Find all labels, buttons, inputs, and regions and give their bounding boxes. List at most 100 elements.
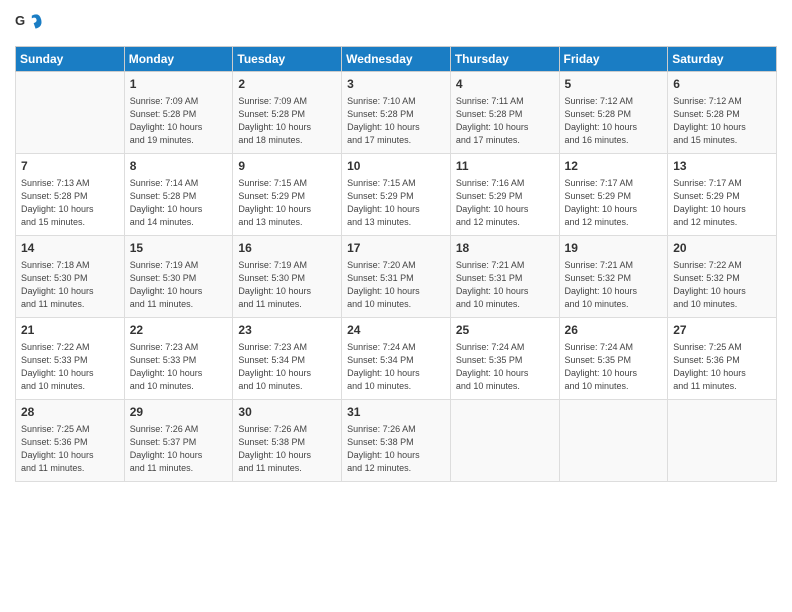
day-number: 21 bbox=[21, 322, 119, 339]
day-info: Sunrise: 7:09 AMSunset: 5:28 PMDaylight:… bbox=[238, 95, 336, 147]
day-number: 17 bbox=[347, 240, 445, 257]
calendar-cell: 26 Sunrise: 7:24 AMSunset: 5:35 PMDayligh… bbox=[559, 318, 668, 400]
weekday-header-monday: Monday bbox=[124, 47, 233, 72]
day-number: 19 bbox=[565, 240, 663, 257]
day-number: 1 bbox=[130, 76, 228, 93]
day-number: 16 bbox=[238, 240, 336, 257]
day-number: 12 bbox=[565, 158, 663, 175]
day-number: 14 bbox=[21, 240, 119, 257]
day-info: Sunrise: 7:09 AMSunset: 5:28 PMDaylight:… bbox=[130, 95, 228, 147]
calendar-cell: 27 Sunrise: 7:25 AMSunset: 5:36 PMDayligh… bbox=[668, 318, 777, 400]
calendar-week-row: 14 Sunrise: 7:18 AMSunset: 5:30 PMDayligh… bbox=[16, 236, 777, 318]
calendar-header: SundayMondayTuesdayWednesdayThursdayFrid… bbox=[16, 47, 777, 72]
day-info: Sunrise: 7:19 AMSunset: 5:30 PMDaylight:… bbox=[130, 259, 228, 311]
day-info: Sunrise: 7:17 AMSunset: 5:29 PMDaylight:… bbox=[565, 177, 663, 229]
day-number: 6 bbox=[673, 76, 771, 93]
calendar-cell: 8Sunrise: 7:14 AMSunset: 5:28 PMDaylight… bbox=[124, 154, 233, 236]
day-number: 10 bbox=[347, 158, 445, 175]
day-info: Sunrise: 7:22 AMSunset: 5:33 PMDaylight:… bbox=[21, 341, 119, 393]
day-info: Sunrise: 7:26 AMSunset: 5:37 PMDaylight:… bbox=[130, 423, 228, 475]
day-number: 13 bbox=[673, 158, 771, 175]
day-number: 28 bbox=[21, 404, 119, 421]
calendar-cell: 23 Sunrise: 7:23 AMSunset: 5:34 PMDayligh… bbox=[233, 318, 342, 400]
day-number: 23 bbox=[238, 322, 336, 339]
day-number: 31 bbox=[347, 404, 445, 421]
day-number: 7 bbox=[21, 158, 119, 175]
day-info: Sunrise: 7:18 AMSunset: 5:30 PMDaylight:… bbox=[21, 259, 119, 311]
day-info: Sunrise: 7:20 AMSunset: 5:31 PMDaylight:… bbox=[347, 259, 445, 311]
calendar-cell bbox=[559, 400, 668, 482]
calendar-cell bbox=[668, 400, 777, 482]
day-number: 27 bbox=[673, 322, 771, 339]
day-info: Sunrise: 7:15 AMSunset: 5:29 PMDaylight:… bbox=[238, 177, 336, 229]
calendar-cell: 14 Sunrise: 7:18 AMSunset: 5:30 PMDayligh… bbox=[16, 236, 125, 318]
calendar-cell: 18 Sunrise: 7:21 AMSunset: 5:31 PMDayligh… bbox=[450, 236, 559, 318]
day-number: 8 bbox=[130, 158, 228, 175]
calendar-week-row: 1 Sunrise: 7:09 AMSunset: 5:28 PMDaylight… bbox=[16, 72, 777, 154]
day-number: 26 bbox=[565, 322, 663, 339]
day-info: Sunrise: 7:22 AMSunset: 5:32 PMDaylight:… bbox=[673, 259, 771, 311]
calendar-cell: 19 Sunrise: 7:21 AMSunset: 5:32 PMDayligh… bbox=[559, 236, 668, 318]
day-number: 9 bbox=[238, 158, 336, 175]
calendar-cell: 4 Sunrise: 7:11 AMSunset: 5:28 PMDaylight… bbox=[450, 72, 559, 154]
calendar-week-row: 28Sunrise: 7:25 AMSunset: 5:36 PMDayligh… bbox=[16, 400, 777, 482]
day-number: 5 bbox=[565, 76, 663, 93]
logo-icon: G bbox=[15, 10, 43, 38]
calendar-cell: 2 Sunrise: 7:09 AMSunset: 5:28 PMDaylight… bbox=[233, 72, 342, 154]
day-number: 2 bbox=[238, 76, 336, 93]
day-number: 20 bbox=[673, 240, 771, 257]
calendar-cell: 17 Sunrise: 7:20 AMSunset: 5:31 PMDayligh… bbox=[342, 236, 451, 318]
day-info: Sunrise: 7:17 AMSunset: 5:29 PMDaylight:… bbox=[673, 177, 771, 229]
calendar-body: 1 Sunrise: 7:09 AMSunset: 5:28 PMDaylight… bbox=[16, 72, 777, 482]
day-info: Sunrise: 7:23 AMSunset: 5:33 PMDaylight:… bbox=[130, 341, 228, 393]
calendar-cell bbox=[16, 72, 125, 154]
calendar-cell: 16 Sunrise: 7:19 AMSunset: 5:30 PMDayligh… bbox=[233, 236, 342, 318]
calendar-cell: 31 Sunrise: 7:26 AMSunset: 5:38 PMDayligh… bbox=[342, 400, 451, 482]
day-number: 15 bbox=[130, 240, 228, 257]
day-info: Sunrise: 7:13 AMSunset: 5:28 PMDaylight:… bbox=[21, 177, 119, 229]
day-info: Sunrise: 7:12 AMSunset: 5:28 PMDaylight:… bbox=[565, 95, 663, 147]
logo: G bbox=[15, 10, 45, 38]
calendar-cell bbox=[450, 400, 559, 482]
day-info: Sunrise: 7:26 AMSunset: 5:38 PMDaylight:… bbox=[347, 423, 445, 475]
day-info: Sunrise: 7:16 AMSunset: 5:29 PMDaylight:… bbox=[456, 177, 554, 229]
weekday-header-friday: Friday bbox=[559, 47, 668, 72]
calendar-cell: 21 Sunrise: 7:22 AMSunset: 5:33 PMDayligh… bbox=[16, 318, 125, 400]
day-number: 22 bbox=[130, 322, 228, 339]
calendar-table: SundayMondayTuesdayWednesdayThursdayFrid… bbox=[15, 46, 777, 482]
calendar-cell: 10Sunrise: 7:15 AMSunset: 5:29 PMDayligh… bbox=[342, 154, 451, 236]
calendar-week-row: 21 Sunrise: 7:22 AMSunset: 5:33 PMDayligh… bbox=[16, 318, 777, 400]
day-info: Sunrise: 7:23 AMSunset: 5:34 PMDaylight:… bbox=[238, 341, 336, 393]
day-info: Sunrise: 7:24 AMSunset: 5:35 PMDaylight:… bbox=[456, 341, 554, 393]
calendar-cell: 7 Sunrise: 7:13 AMSunset: 5:28 PMDaylight… bbox=[16, 154, 125, 236]
calendar-cell: 11Sunrise: 7:16 AMSunset: 5:29 PMDayligh… bbox=[450, 154, 559, 236]
day-number: 30 bbox=[238, 404, 336, 421]
day-info: Sunrise: 7:19 AMSunset: 5:30 PMDaylight:… bbox=[238, 259, 336, 311]
day-info: Sunrise: 7:11 AMSunset: 5:28 PMDaylight:… bbox=[456, 95, 554, 147]
page: G SundayMondayTuesdayWednesdayThursdayFr… bbox=[0, 0, 792, 612]
day-info: Sunrise: 7:21 AMSunset: 5:31 PMDaylight:… bbox=[456, 259, 554, 311]
day-number: 3 bbox=[347, 76, 445, 93]
day-info: Sunrise: 7:24 AMSunset: 5:35 PMDaylight:… bbox=[565, 341, 663, 393]
calendar-cell: 1 Sunrise: 7:09 AMSunset: 5:28 PMDaylight… bbox=[124, 72, 233, 154]
calendar-cell: 3Sunrise: 7:10 AMSunset: 5:28 PMDaylight… bbox=[342, 72, 451, 154]
weekday-header-wednesday: Wednesday bbox=[342, 47, 451, 72]
day-info: Sunrise: 7:12 AMSunset: 5:28 PMDaylight:… bbox=[673, 95, 771, 147]
svg-text:G: G bbox=[15, 13, 25, 28]
header: G bbox=[15, 10, 777, 38]
calendar-cell: 25Sunrise: 7:24 AMSunset: 5:35 PMDayligh… bbox=[450, 318, 559, 400]
day-info: Sunrise: 7:21 AMSunset: 5:32 PMDaylight:… bbox=[565, 259, 663, 311]
calendar-cell: 15 Sunrise: 7:19 AMSunset: 5:30 PMDayligh… bbox=[124, 236, 233, 318]
calendar-cell: 20 Sunrise: 7:22 AMSunset: 5:32 PMDayligh… bbox=[668, 236, 777, 318]
day-number: 18 bbox=[456, 240, 554, 257]
day-info: Sunrise: 7:24 AMSunset: 5:34 PMDaylight:… bbox=[347, 341, 445, 393]
day-info: Sunrise: 7:25 AMSunset: 5:36 PMDaylight:… bbox=[673, 341, 771, 393]
calendar-cell: 5 Sunrise: 7:12 AMSunset: 5:28 PMDaylight… bbox=[559, 72, 668, 154]
calendar-cell: 28Sunrise: 7:25 AMSunset: 5:36 PMDayligh… bbox=[16, 400, 125, 482]
calendar-week-row: 7 Sunrise: 7:13 AMSunset: 5:28 PMDaylight… bbox=[16, 154, 777, 236]
day-number: 29 bbox=[130, 404, 228, 421]
day-info: Sunrise: 7:26 AMSunset: 5:38 PMDaylight:… bbox=[238, 423, 336, 475]
weekday-header-thursday: Thursday bbox=[450, 47, 559, 72]
day-number: 4 bbox=[456, 76, 554, 93]
weekday-header-tuesday: Tuesday bbox=[233, 47, 342, 72]
